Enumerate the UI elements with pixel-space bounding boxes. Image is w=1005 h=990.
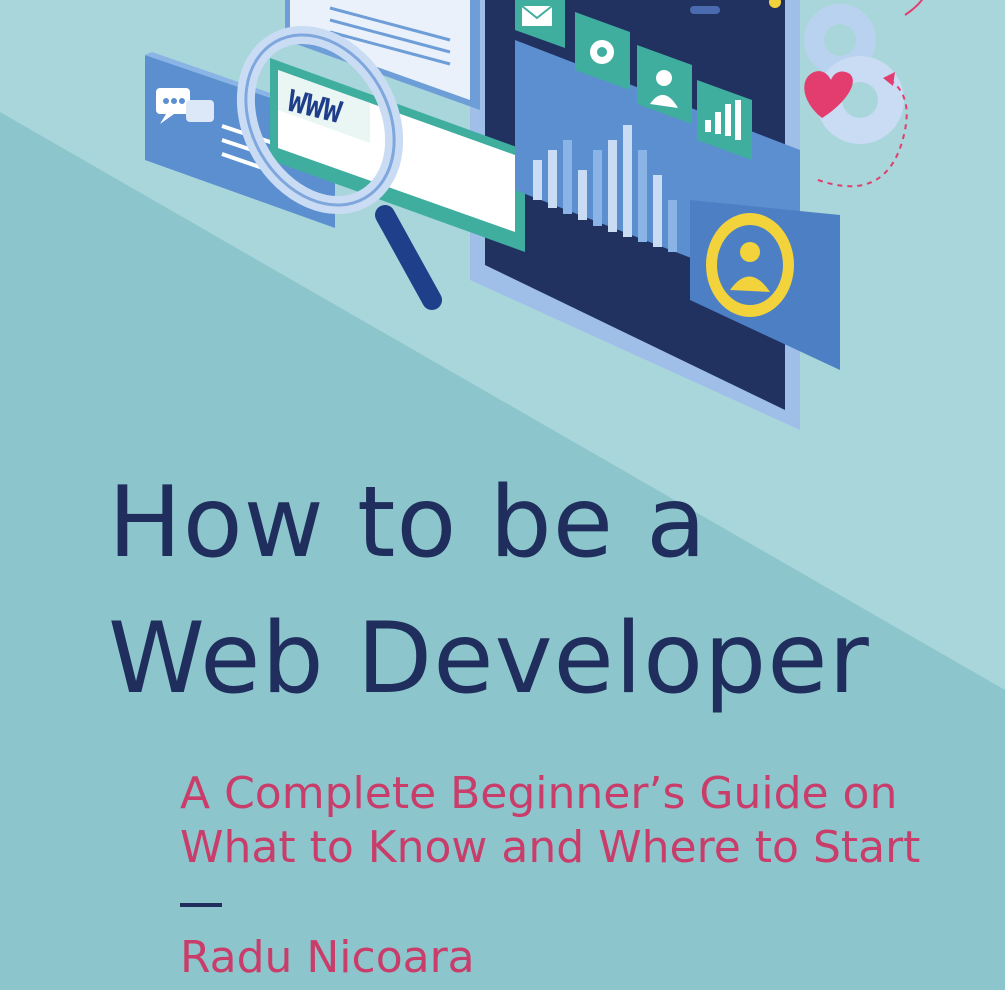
web-illustration: WWW — [145, 0, 924, 430]
user-badge-icon — [706, 213, 794, 317]
book-title-line-2: Web Developer — [108, 602, 870, 716]
book-title-line-1: How to be a — [108, 466, 708, 580]
book-subtitle-line-2: What to Know and Where to Start — [180, 822, 921, 873]
book-author: Radu Nicoara — [180, 932, 475, 983]
book-cover: WWW How to be a Web Developer A Complete… — [0, 0, 1005, 990]
book-subtitle-line-1: A Complete Beginner’s Guide on — [180, 768, 898, 819]
separator-dash — [180, 903, 222, 907]
